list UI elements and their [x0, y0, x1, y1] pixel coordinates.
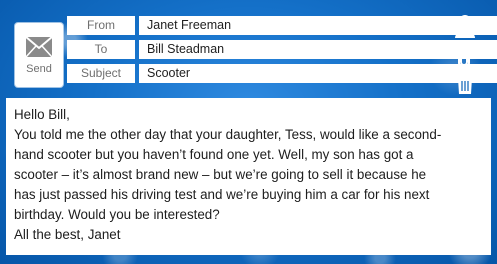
to-label: To	[67, 40, 135, 59]
from-label: From	[67, 16, 135, 35]
message-line: scooter – it’s almost brand new – but we…	[14, 167, 427, 182]
subject-label: Subject	[67, 64, 135, 83]
message-greeting: Hello Bill,	[14, 107, 70, 122]
message-body[interactable]: Hello Bill, You told me the other day th…	[6, 98, 491, 255]
message-line: hand scooter but you haven’t found one y…	[14, 147, 414, 162]
message-line: has just passed his driving test and we’…	[14, 187, 430, 202]
from-field[interactable]: Janet Freeman	[139, 16, 497, 35]
email-compose-window: Send From Janet Freeman To Bill Steadman…	[6, 6, 497, 258]
message-line: birthday. Would you be interested?	[14, 207, 220, 222]
paperclip-icon[interactable]	[457, 43, 473, 74]
person-icon[interactable]	[454, 14, 476, 43]
envelope-icon	[26, 37, 52, 57]
subject-field[interactable]: Scooter	[139, 64, 497, 83]
trash-icon[interactable]	[456, 72, 474, 99]
message-signoff: All the best, Janet	[14, 227, 121, 242]
send-label: Send	[26, 63, 52, 75]
send-button[interactable]: Send	[15, 23, 63, 87]
to-field[interactable]: Bill Steadman	[139, 40, 497, 59]
message-line: You told me the other day that your daug…	[14, 127, 442, 142]
